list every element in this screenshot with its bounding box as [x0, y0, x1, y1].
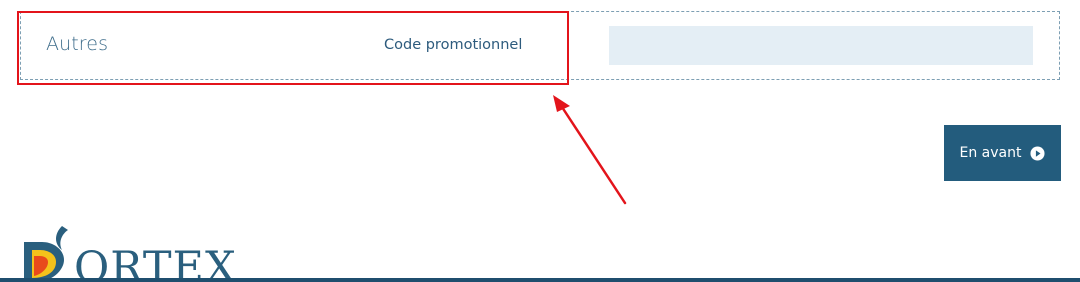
brand-logo-text: ORTEX	[74, 243, 237, 282]
promo-code-label: Code promotionnel	[384, 37, 523, 53]
play-circle-icon	[1030, 145, 1046, 161]
flame-logo-icon	[24, 226, 68, 282]
promo-code-input[interactable]	[609, 26, 1033, 65]
next-button-label: En avant	[959, 145, 1022, 161]
footer-divider	[0, 278, 1080, 282]
checkout-page: Autres Code promotionnel En avant ORTEX	[0, 0, 1080, 282]
next-button[interactable]: En avant	[944, 125, 1061, 181]
section-title: Autres	[46, 33, 109, 55]
